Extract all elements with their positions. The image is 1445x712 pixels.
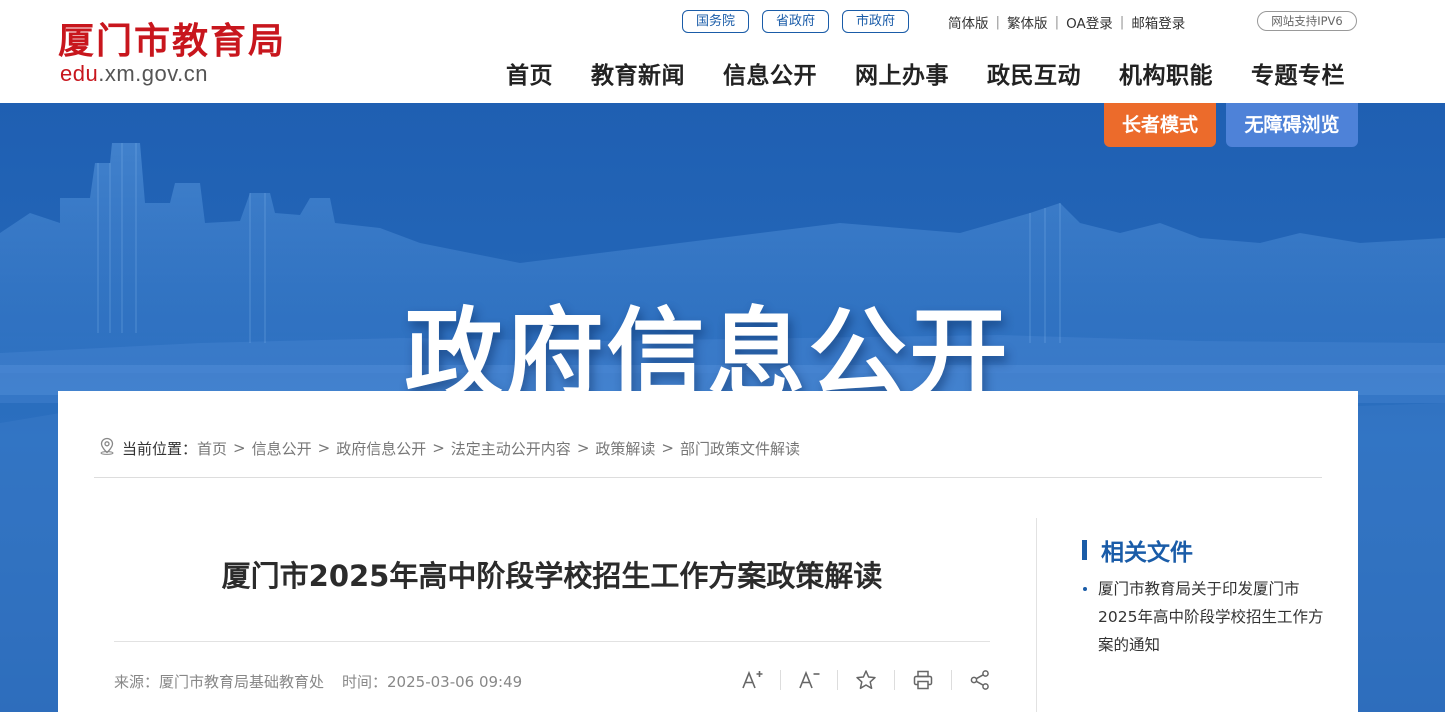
sidebar-divider: [1036, 518, 1037, 712]
accessibility-button[interactable]: 无障碍浏览: [1226, 103, 1358, 147]
breadcrumb-statutory[interactable]: 法定主动公开内容: [451, 438, 571, 459]
print-icon[interactable]: [909, 666, 937, 694]
domain-red-part: edu: [60, 61, 99, 86]
breadcrumb-separator: >: [317, 439, 331, 457]
link-state-council[interactable]: 国务院: [682, 9, 750, 33]
link-simplified[interactable]: 简体版: [948, 12, 989, 32]
nav-special-topics[interactable]: 专题专栏: [1251, 56, 1345, 90]
breadcrumb-divider: [94, 477, 1322, 478]
content-card: 当前位置： 首页 > 信息公开 > 政府信息公开 > 法定主动公开内容 > 政策…: [58, 391, 1358, 712]
related-file-link[interactable]: 厦门市教育局关于印发厦门市2025年高中阶段学校招生工作方案的通知: [1082, 575, 1332, 659]
ipv6-badge: 网站支持IPV6: [1257, 11, 1357, 31]
main-nav: 首页 教育新闻 信息公开 网上办事 政民互动 机构职能 专题专栏: [506, 56, 1345, 90]
breadcrumb-separator: >: [432, 439, 445, 457]
link-traditional[interactable]: 繁体版: [1007, 12, 1048, 32]
utility-links: 简体版 | 繁体版 | OA登录 | 邮箱登录: [948, 12, 1185, 32]
font-increase-icon[interactable]: [738, 666, 766, 694]
share-icon[interactable]: [966, 666, 994, 694]
site-domain: edu.xm.gov.cn: [60, 61, 208, 87]
related-files-list: 厦门市教育局关于印发厦门市2025年高中阶段学校招生工作方案的通知: [1082, 575, 1332, 659]
nav-online-services[interactable]: 网上办事: [855, 56, 949, 90]
article-title: 厦门市2025年高中阶段学校招生工作方案政策解读: [221, 559, 883, 593]
breadcrumb-policy-interpretation[interactable]: 政策解读: [595, 438, 655, 459]
breadcrumb-gov-info[interactable]: 政府信息公开: [336, 438, 426, 459]
font-decrease-icon[interactable]: [795, 666, 823, 694]
breadcrumb-dept-policy[interactable]: 部门政策文件解读: [680, 438, 800, 459]
article-meta: 来源：厦门市教育局基础教育处 时间：2025-03-06 09:49: [114, 671, 522, 692]
related-files-title: 相关文件: [1101, 540, 1193, 566]
article-toolbar: [738, 666, 994, 694]
breadcrumb-home[interactable]: 首页: [197, 438, 227, 459]
gov-links: 国务院 省政府 市政府: [682, 9, 922, 33]
nav-interaction[interactable]: 政民互动: [987, 56, 1081, 90]
article-time: 时间：2025-03-06 09:49: [342, 673, 523, 691]
star-icon[interactable]: [852, 666, 880, 694]
divider: [894, 670, 895, 690]
breadcrumb: 当前位置： 首页 > 信息公开 > 政府信息公开 > 法定主动公开内容 > 政策…: [98, 437, 800, 459]
divider: [837, 670, 838, 690]
domain-rest-part: .xm.gov.cn: [98, 61, 208, 86]
link-city-gov[interactable]: 市政府: [842, 9, 910, 33]
nav-education-news[interactable]: 教育新闻: [591, 56, 685, 90]
divider: [951, 670, 952, 690]
breadcrumb-separator: >: [576, 439, 590, 457]
breadcrumb-separator: >: [233, 439, 246, 457]
elder-mode-button[interactable]: 长者模式: [1104, 103, 1216, 147]
link-provincial-gov[interactable]: 省政府: [762, 9, 830, 33]
title-divider: [114, 641, 990, 642]
nav-info-disclosure[interactable]: 信息公开: [723, 56, 817, 90]
accent-bar: [1082, 540, 1087, 560]
breadcrumb-separator: >: [661, 439, 674, 457]
link-mail-login[interactable]: 邮箱登录: [1131, 12, 1185, 32]
nav-home[interactable]: 首页: [506, 56, 553, 90]
related-files-header: 相关文件: [1082, 533, 1193, 567]
divider: |: [1119, 14, 1125, 30]
location-pin-icon: [98, 437, 116, 459]
breadcrumb-label: 当前位置：: [122, 439, 198, 458]
divider: |: [1054, 14, 1060, 30]
link-oa-login[interactable]: OA登录: [1066, 12, 1113, 32]
site-logo-title[interactable]: 厦门市教育局: [58, 12, 286, 64]
divider: [780, 670, 781, 690]
breadcrumb-info-disclosure[interactable]: 信息公开: [252, 438, 312, 459]
article-source: 来源：厦门市教育局基础教育处: [114, 673, 325, 691]
divider: |: [995, 14, 1001, 30]
nav-organization[interactable]: 机构职能: [1119, 56, 1213, 90]
site-header: 厦门市教育局 edu.xm.gov.cn 国务院 省政府 市政府 简体版 | 繁…: [0, 0, 1445, 103]
